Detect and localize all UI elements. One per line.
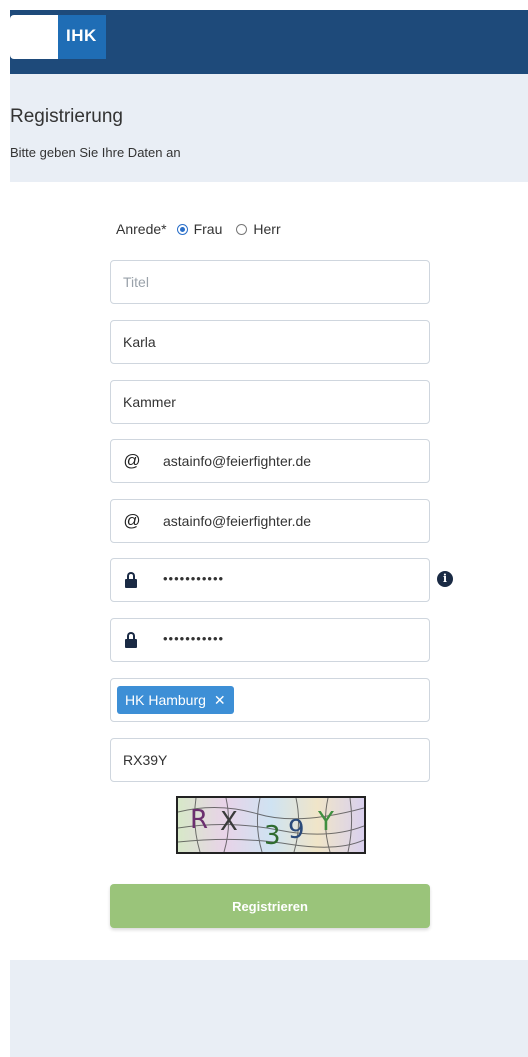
titel-field[interactable] <box>110 260 430 304</box>
email-field[interactable]: @ <box>110 439 430 483</box>
lock-icon <box>125 572 137 588</box>
captcha-graphic: R X 3 9 Y <box>178 798 364 852</box>
nachname-field[interactable] <box>110 380 430 424</box>
info-icon[interactable]: i <box>437 571 453 587</box>
password-confirm-field[interactable]: ••••••••••• <box>110 618 430 662</box>
ihk-logo[interactable]: IHK <box>10 15 106 59</box>
logo-text: IHK <box>66 26 97 45</box>
captcha-char: 3 <box>264 821 281 851</box>
chamber-tag-label: HK Hamburg <box>125 692 206 708</box>
vorname-field[interactable] <box>110 320 430 364</box>
password-confirm-input[interactable]: ••••••••••• <box>163 631 224 646</box>
email-confirm-input[interactable] <box>163 500 413 542</box>
captcha-input[interactable] <box>123 739 413 781</box>
email-confirm-field[interactable]: @ <box>110 499 430 543</box>
captcha-field[interactable] <box>110 738 430 782</box>
nachname-input[interactable] <box>123 381 413 423</box>
at-icon: @ <box>123 511 141 530</box>
radio-frau-label: Frau <box>193 221 223 237</box>
remove-tag-icon[interactable]: ✕ <box>214 692 226 709</box>
page-title: Registrierung <box>10 106 123 127</box>
radio-herr[interactable] <box>236 223 248 235</box>
email-input[interactable] <box>163 440 413 482</box>
at-icon: @ <box>123 451 141 470</box>
chamber-tag: HK Hamburg ✕ <box>117 686 234 714</box>
anrede-label: Anrede* <box>116 221 167 237</box>
captcha-char: 9 <box>288 815 305 845</box>
captcha-char: R <box>190 805 208 835</box>
captcha-char: X <box>220 807 238 837</box>
captcha-char: Y <box>317 807 334 837</box>
anrede-option-frau[interactable]: Frau <box>176 221 223 237</box>
anrede-option-herr[interactable]: Herr <box>236 221 281 237</box>
footer-bar <box>10 960 528 1057</box>
radio-herr-label: Herr <box>253 221 281 237</box>
titel-input[interactable] <box>123 261 413 303</box>
top-edge <box>0 0 528 10</box>
title-section <box>10 74 528 182</box>
password-field[interactable]: ••••••••••• <box>110 558 430 602</box>
captcha-image: R X 3 9 Y <box>176 796 366 854</box>
register-button[interactable]: Registrieren <box>110 884 430 928</box>
vorname-input[interactable] <box>123 321 413 363</box>
page-subtitle: Bitte geben Sie Ihre Daten an <box>10 145 181 160</box>
radio-frau[interactable] <box>176 223 188 235</box>
password-input[interactable]: ••••••••••• <box>163 571 224 586</box>
chamber-select[interactable]: HK Hamburg ✕ <box>110 678 430 722</box>
lock-icon <box>125 632 137 648</box>
anrede-group: Anrede* Frau Herr <box>116 221 295 237</box>
